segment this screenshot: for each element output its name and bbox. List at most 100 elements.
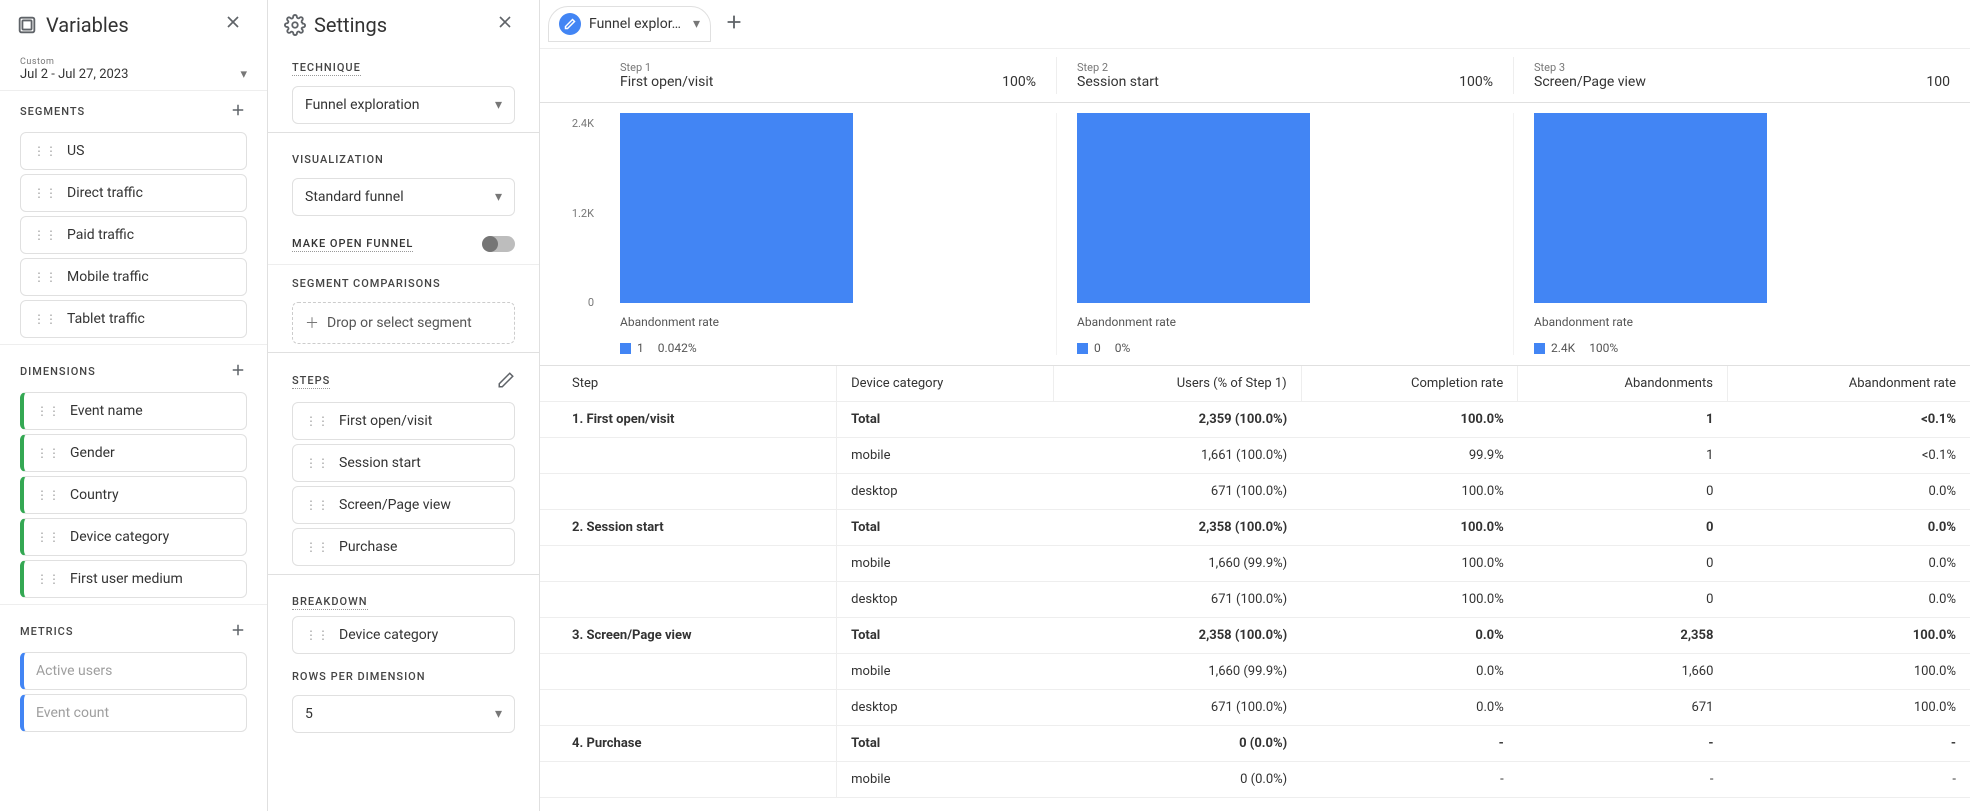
dimension-chip[interactable]: ⋮⋮Event name [20,392,247,430]
close-icon [223,12,243,32]
table-header[interactable]: Completion rate [1301,366,1518,402]
table-header[interactable]: Users (% of Step 1) [1053,366,1301,402]
dimension-chip[interactable]: ⋮⋮Country [20,476,247,514]
metric-chip[interactable]: Active users [20,652,247,690]
settings-title: Settings [314,13,387,37]
date-range-value: Jul 2 - Jul 27, 2023 [20,67,128,82]
plus-icon [229,621,247,639]
visualization-select[interactable]: Standard funnel ▾ [292,178,515,216]
table-row: mobile1,660 (99.9%)100.0%00.0% [540,546,1970,582]
grip-icon: ⋮⋮ [305,456,329,470]
breakdown-label: BREAKDOWN [268,583,539,612]
date-range-label: Custom [20,57,247,67]
abandonment-rate-label: Abandonment rate [620,315,1036,329]
abandonment-rate-label: Abandonment rate [1077,315,1493,329]
abandonment-rate-label: Abandonment rate [1534,315,1950,329]
segment-chip[interactable]: ⋮⋮Paid traffic [20,216,247,254]
close-settings-button[interactable] [495,12,523,37]
grip-icon: ⋮⋮ [36,572,60,586]
segment-chip[interactable]: ⋮⋮Tablet traffic [20,300,247,338]
step-chip[interactable]: ⋮⋮First open/visit [292,402,515,440]
funnel-step-header: Step 2 Session start 100% [1056,57,1513,94]
rows-per-dimension-label: ROWS PER DIMENSION [268,658,539,687]
table-row: 1. First open/visitTotal2,359 (100.0%)10… [540,402,1970,438]
step-chip[interactable]: ⋮⋮Purchase [292,528,515,566]
technique-label: TECHNIQUE [268,49,539,78]
close-icon [495,12,515,32]
funnel-step-headers: Step 1 First open/visit 100% Step 2 Sess… [540,49,1970,103]
variables-panel: Variables Custom Jul 2 - Jul 27, 2023 ▾ … [0,0,268,811]
plus-icon [723,11,745,33]
step-chip[interactable]: ⋮⋮Session start [292,444,515,482]
segment-chip[interactable]: ⋮⋮Mobile traffic [20,258,247,296]
table-header[interactable]: Device category [837,366,1053,402]
step-chip[interactable]: ⋮⋮Screen/Page view [292,486,515,524]
grip-icon: ⋮⋮ [305,540,329,554]
open-funnel-row: MAKE OPEN FUNNEL [268,224,539,265]
grip-icon: ⋮⋮ [36,488,60,502]
chevron-down-icon: ▾ [693,16,700,32]
settings-panel: Settings TECHNIQUE Funnel exploration ▾ … [268,0,540,811]
dimension-chip[interactable]: ⋮⋮Device category [20,518,247,556]
table-row: mobile0 (0.0%)--- [540,762,1970,798]
tab-bar: Funnel explor… ▾ [540,0,1970,49]
grip-icon: ⋮⋮ [36,404,60,418]
metrics-section-header: METRICS [0,611,267,648]
table-row: 2. Session startTotal2,358 (100.0%)100.0… [540,510,1970,546]
grip-icon: ⋮⋮ [36,530,60,544]
open-funnel-toggle[interactable] [483,236,515,252]
steps-section-header: STEPS [268,361,539,398]
chevron-down-icon: ▾ [495,97,502,113]
plus-icon [229,101,247,119]
add-segment-button[interactable] [229,101,247,122]
table-row: desktop671 (100.0%)100.0%00.0% [540,582,1970,618]
plus-icon: ＋ [305,313,319,333]
dimension-chip[interactable]: ⋮⋮First user medium [20,560,247,598]
grip-icon: ⋮⋮ [33,270,57,284]
segment-chip[interactable]: ⋮⋮US [20,132,247,170]
variables-title: Variables [46,13,129,37]
table-row: mobile1,660 (99.9%)0.0%1,660100.0% [540,654,1970,690]
metric-chip[interactable]: Event count [20,694,247,732]
segments-section-header: SEGMENTS [0,91,267,128]
settings-header: Settings [268,0,539,49]
variables-icon [16,14,38,36]
table-header[interactable]: Step [540,366,837,402]
date-range-picker[interactable]: Custom Jul 2 - Jul 27, 2023 ▾ [0,49,267,91]
table-row: 3. Screen/Page viewTotal2,358 (100.0%)0.… [540,618,1970,654]
chevron-down-icon: ▾ [240,67,247,82]
grip-icon: ⋮⋮ [33,228,57,242]
breakdown-chip[interactable]: ⋮⋮ Device category [292,616,515,654]
edit-steps-button[interactable] [497,371,515,392]
gear-icon [284,14,306,36]
table-header[interactable]: Abandonments [1518,366,1728,402]
add-dimension-button[interactable] [229,361,247,382]
add-metric-button[interactable] [229,621,247,642]
tab-funnel-exploration[interactable]: Funnel explor… ▾ [548,6,711,42]
table-row: desktop671 (100.0%)100.0%00.0% [540,474,1970,510]
grip-icon: ⋮⋮ [305,414,329,428]
dimensions-section-header: DIMENSIONS [0,351,267,388]
table-header[interactable]: Abandonment rate [1727,366,1970,402]
table-row: 4. PurchaseTotal0 (0.0%)--- [540,726,1970,762]
add-tab-button[interactable] [723,11,745,37]
chevron-down-icon: ▾ [495,706,502,722]
table-row: mobile1,661 (100.0%)99.9%1<0.1% [540,438,1970,474]
rows-per-dimension-select[interactable]: 5 ▾ [292,695,515,733]
funnel-chart: 2.4K 1.2K 0 Abandonment rate 10.042% Aba… [540,103,1970,366]
funnel-bar: Abandonment rate 10.042% [600,113,1056,355]
grip-icon: ⋮⋮ [33,186,57,200]
grip-icon: ⋮⋮ [305,498,329,512]
close-variables-button[interactable] [223,12,251,37]
drop-segment-area[interactable]: ＋ Drop or select segment [292,302,515,344]
open-funnel-label: MAKE OPEN FUNNEL [292,237,413,252]
technique-select[interactable]: Funnel exploration ▾ [292,86,515,124]
plus-icon [229,361,247,379]
variables-header: Variables [0,0,267,49]
dimension-chip[interactable]: ⋮⋮Gender [20,434,247,472]
segment-chip[interactable]: ⋮⋮Direct traffic [20,174,247,212]
funnel-bar: Abandonment rate 00% [1056,113,1513,355]
funnel-table: StepDevice categoryUsers (% of Step 1)Co… [540,366,1970,798]
grip-icon: ⋮⋮ [33,312,57,326]
funnel-step-header: Step 1 First open/visit 100% [600,57,1056,94]
